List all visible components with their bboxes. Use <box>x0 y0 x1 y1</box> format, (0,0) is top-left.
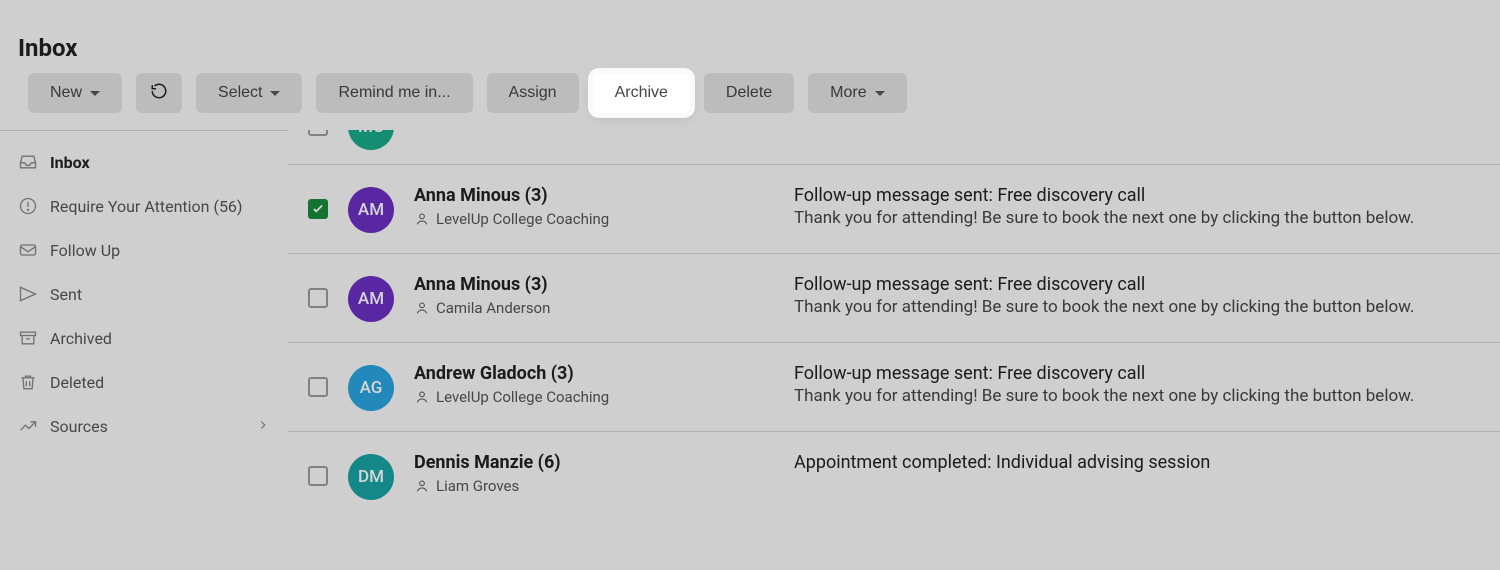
sender-col: Anna Minous (3) Camila Anderson <box>414 274 774 317</box>
trash-icon <box>18 372 38 392</box>
row-checkbox[interactable] <box>308 466 328 486</box>
assign-button[interactable]: Assign <box>487 73 579 113</box>
sent-icon <box>18 284 38 304</box>
sender-col: Dennis Manzie (6) Liam Groves <box>414 452 774 495</box>
archive-icon <box>18 328 38 348</box>
chevron-right-icon <box>256 417 270 436</box>
org-line: LevelUp College Coaching <box>414 210 774 228</box>
person-icon <box>414 389 430 405</box>
sidebar-item-label: Require Your Attention (56) <box>50 197 243 216</box>
assign-button-label: Assign <box>509 84 557 102</box>
sidebar-item-sources[interactable]: Sources <box>0 404 288 448</box>
refresh-icon <box>150 82 168 105</box>
remind-button[interactable]: Remind me in... <box>316 73 472 113</box>
message-row[interactable]: DM Dennis Manzie (6) Liam Groves Appoint… <box>288 431 1500 540</box>
page-title: Inbox <box>18 34 77 62</box>
sender-name: Dennis Manzie (6) <box>414 452 774 473</box>
more-button-label: More <box>830 84 866 102</box>
sidebar-item-attention[interactable]: Require Your Attention (56) <box>0 184 288 228</box>
message-row[interactable]: MC LevelUp College Coaching <box>288 130 1500 164</box>
sidebar-item-followup[interactable]: Follow Up <box>0 228 288 272</box>
delete-button-label: Delete <box>726 84 772 102</box>
avatar: AM <box>348 276 394 322</box>
new-button[interactable]: New <box>28 73 122 113</box>
message-col: Follow-up message sent: Free discovery c… <box>794 274 1476 317</box>
subject: Follow-up message sent: Free discovery c… <box>794 274 1476 295</box>
avatar: AM <box>348 187 394 233</box>
sidebar-item-sent[interactable]: Sent <box>0 272 288 316</box>
select-button-label: Select <box>218 84 262 102</box>
new-button-label: New <box>50 84 82 102</box>
message-list: MC LevelUp College Coaching AM Anna Mino… <box>288 130 1500 570</box>
sender-col: Andrew Gladoch (3) LevelUp College Coach… <box>414 363 774 406</box>
sidebar-item-deleted[interactable]: Deleted <box>0 360 288 404</box>
subject: Follow-up message sent: Free discovery c… <box>794 185 1476 206</box>
sidebar-item-label: Sources <box>50 417 108 436</box>
sidebar-item-label: Inbox <box>50 153 90 172</box>
toolbar: New Select Remind me in... Assign Archiv… <box>28 73 907 113</box>
row-checkbox[interactable] <box>308 288 328 308</box>
person-icon <box>414 300 430 316</box>
org-name: Liam Groves <box>436 477 519 495</box>
org-name: LevelUp College Coaching <box>436 210 609 228</box>
inbox-icon <box>18 152 38 172</box>
person-icon <box>414 478 430 494</box>
org-name: Camila Anderson <box>436 299 550 317</box>
alert-icon <box>18 196 38 216</box>
subject: Appointment completed: Individual advisi… <box>794 452 1476 473</box>
archive-button-label: Archive <box>615 84 668 102</box>
app-root: Inbox New Select Remind me in... Assign … <box>0 0 1500 570</box>
refresh-button[interactable] <box>136 73 182 113</box>
org-line: LevelUp College Coaching <box>414 388 774 406</box>
message-row[interactable]: AM Anna Minous (3) LevelUp College Coach… <box>288 164 1500 253</box>
sender-name: Anna Minous (3) <box>414 185 774 206</box>
sidebar-item-inbox[interactable]: Inbox <box>0 140 288 184</box>
sidebar-item-label: Follow Up <box>50 241 120 260</box>
sources-icon <box>18 416 38 436</box>
org-name: LevelUp College Coaching <box>436 388 609 406</box>
followup-icon <box>18 240 38 260</box>
sidebar-item-label: Sent <box>50 285 82 304</box>
preview: Thank you for attending! Be sure to book… <box>794 208 1476 228</box>
message-col: Follow-up message sent: Free discovery c… <box>794 185 1476 228</box>
row-checkbox[interactable] <box>308 199 328 219</box>
org-line: Liam Groves <box>414 477 774 495</box>
row-checkbox[interactable] <box>308 130 328 136</box>
more-button[interactable]: More <box>808 73 906 113</box>
avatar: MC <box>348 130 394 150</box>
sidebar: Inbox Require Your Attention (56) Follow… <box>0 140 288 570</box>
caret-down-icon <box>875 91 885 96</box>
avatar: DM <box>348 454 394 500</box>
person-icon <box>414 211 430 227</box>
message-col: Appointment completed: Individual advisi… <box>794 452 1476 475</box>
sender-name: Anna Minous (3) <box>414 274 774 295</box>
sender-col: Anna Minous (3) LevelUp College Coaching <box>414 185 774 228</box>
caret-down-icon <box>270 91 280 96</box>
remind-button-label: Remind me in... <box>338 84 450 102</box>
preview: Thank you for attending! Be sure to book… <box>794 297 1476 317</box>
message-row[interactable]: AM Anna Minous (3) Camila Anderson Follo… <box>288 253 1500 342</box>
caret-down-icon <box>90 91 100 96</box>
message-col: Follow-up message sent: Free discovery c… <box>794 363 1476 406</box>
archive-button[interactable]: Archive <box>593 73 690 113</box>
row-checkbox[interactable] <box>308 377 328 397</box>
avatar: AG <box>348 365 394 411</box>
sidebar-item-label: Deleted <box>50 373 104 392</box>
preview: Thank you for attending! Be sure to book… <box>794 386 1476 406</box>
delete-button[interactable]: Delete <box>704 73 794 113</box>
message-row[interactable]: AG Andrew Gladoch (3) LevelUp College Co… <box>288 342 1500 431</box>
subject: Follow-up message sent: Free discovery c… <box>794 363 1476 384</box>
sidebar-item-archived[interactable]: Archived <box>0 316 288 360</box>
select-button[interactable]: Select <box>196 73 302 113</box>
org-line: Camila Anderson <box>414 299 774 317</box>
sender-name: Andrew Gladoch (3) <box>414 363 774 384</box>
sidebar-item-label: Archived <box>50 329 112 348</box>
